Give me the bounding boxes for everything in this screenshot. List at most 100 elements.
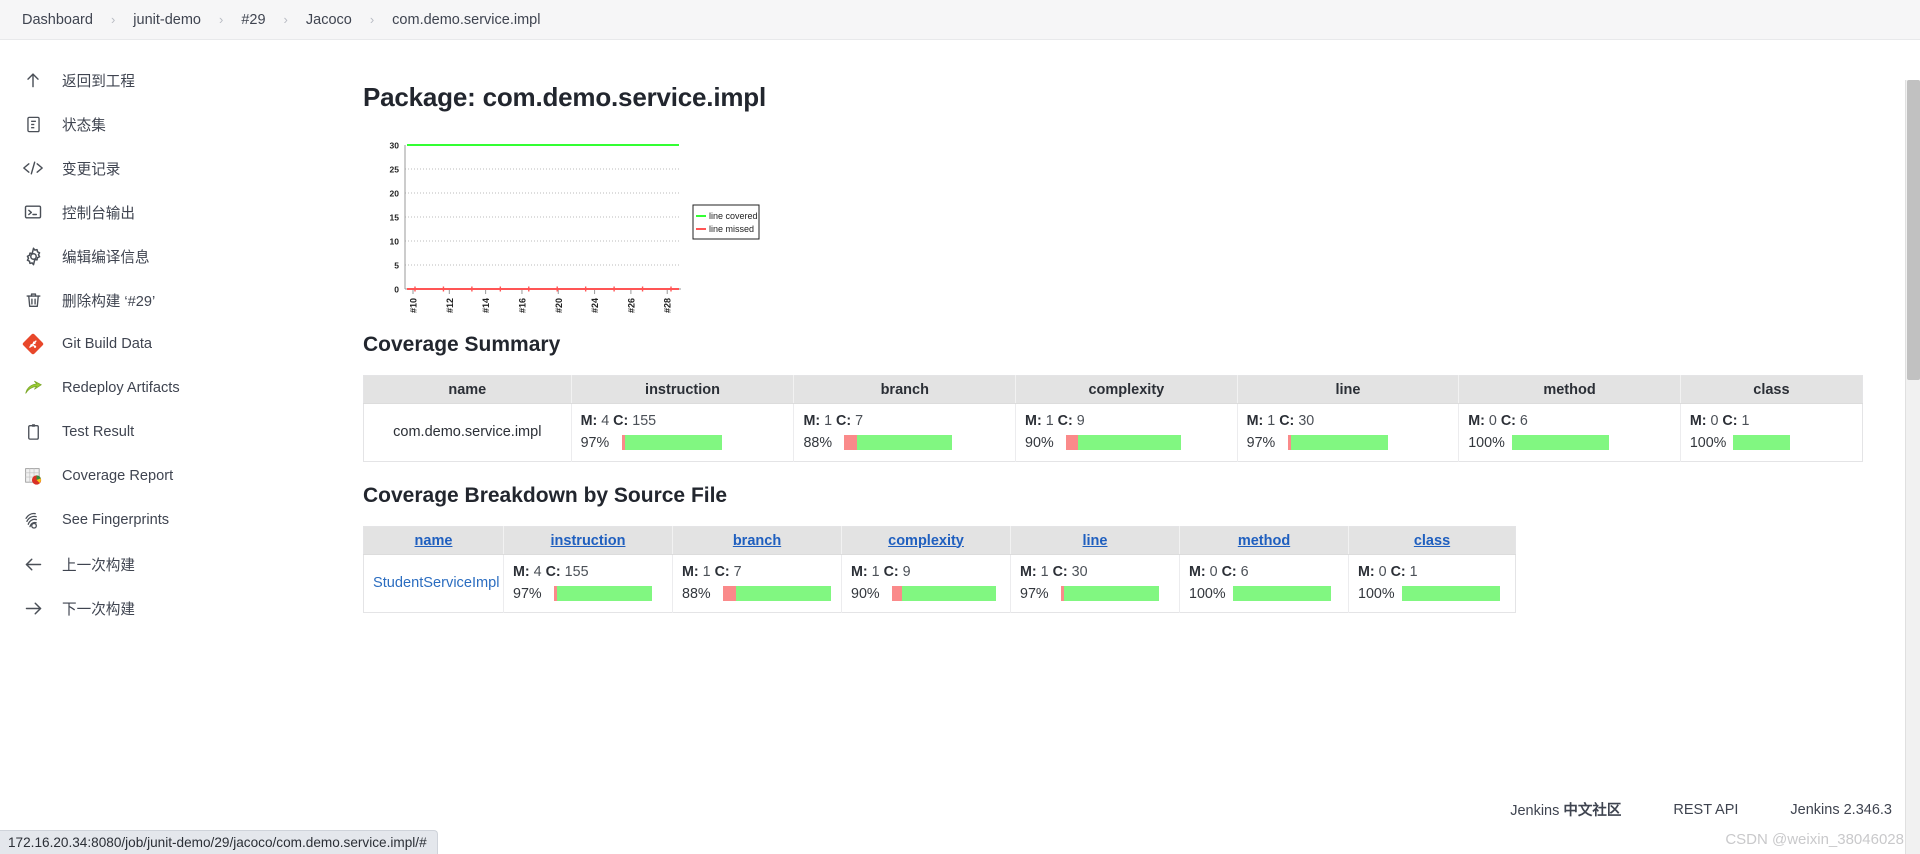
x-axis-tick-label: #16 (517, 298, 527, 313)
chevron-right-icon: › (369, 12, 375, 27)
coverage-bar-missed (723, 586, 736, 601)
coverage-breakdown-heading: Coverage Breakdown by Source File (363, 484, 728, 507)
column-header-link[interactable]: instruction (551, 533, 626, 549)
sidebar-item-label: See Fingerprints (62, 512, 170, 528)
column-header-link[interactable]: complexity (888, 533, 964, 549)
breadcrumb: Dashboard › junit-demo › #29 › Jacoco › … (0, 0, 1920, 40)
gear-icon (22, 245, 44, 267)
sidebar-item-redeploy-artifacts[interactable]: Redeploy Artifacts (0, 366, 345, 410)
metric-cell-instruction: M: 4 C: 155 97% (503, 554, 673, 613)
coverage-bar (1733, 435, 1791, 450)
fingerprint-icon (22, 509, 44, 531)
column-header-name[interactable]: name (363, 526, 504, 555)
sidebar-item-label: 删除构建 ‘#29’ (62, 293, 156, 310)
legend-label: line covered (709, 211, 758, 221)
footer-community-bold: 中文社区 (1563, 803, 1622, 819)
column-header-link[interactable]: class (1414, 533, 1450, 549)
coverage-percent-label: 97% (1246, 434, 1276, 451)
coverage-percent-label: 97% (1020, 585, 1049, 602)
coverage-bar (621, 435, 722, 450)
column-header-complexity[interactable]: complexity (841, 526, 1011, 555)
status-bar-url: 172.16.20.34:8080/job/junit-demo/29/jaco… (0, 830, 438, 854)
missed-covered-counts: M: 1 C: 7 (682, 563, 742, 580)
metric-cell-complexity: M: 1 C: 9 90% (841, 554, 1011, 613)
missed-covered-counts: M: 0 C: 1 (1358, 563, 1418, 580)
coverage-bar (892, 586, 996, 601)
y-axis-tick-label: 10 (390, 237, 400, 247)
missed-covered-counts: M: 1 C: 30 (1020, 563, 1088, 580)
breadcrumb-item-build-29[interactable]: #29 (235, 12, 271, 28)
sidebar-item-edit-build-information[interactable]: 编辑编译信息 (0, 234, 345, 278)
document-icon (22, 113, 44, 135)
x-axis-tick-label: #10 (409, 298, 419, 313)
column-header-method[interactable]: method (1179, 526, 1349, 555)
sidebar-item-see-fingerprints[interactable]: See Fingerprints (0, 498, 345, 542)
missed-covered-counts: M: 0 C: 1 (1689, 412, 1750, 429)
missed-covered-counts: M: 0 C: 6 (1189, 563, 1249, 580)
missed-covered-counts: M: 4 C: 155 (580, 412, 657, 429)
coverage-percent-label: 100% (1358, 585, 1395, 602)
coverage-bar-covered (1511, 435, 1609, 450)
column-header-link[interactable]: line (1083, 533, 1108, 549)
coverage-trend-chart[interactable]: 0 5 10 15 20 25 30 #10 #12 #14 #16 #20 #24 #26 #28 line… (363, 137, 763, 327)
x-axis-tick-label: #24 (590, 298, 600, 313)
missed-covered-counts: M: 1 C: 30 (1246, 412, 1315, 429)
page-title: Package: com.demo.service.impl (363, 82, 766, 112)
y-axis-tick-label: 20 (390, 189, 400, 199)
footer-version: Jenkins 2.346.3 (1790, 801, 1892, 818)
column-header-complexity: complexity (1015, 375, 1238, 404)
sidebar-item-previous-build[interactable]: 上一次构建 (0, 542, 345, 586)
column-header-class[interactable]: class (1348, 526, 1516, 555)
sidebar-item-label: Redeploy Artifacts (62, 380, 180, 396)
sidebar-item-coverage-report[interactable]: Coverage Report (0, 454, 345, 498)
coverage-bar-covered (556, 586, 652, 601)
scrollbar-thumb[interactable] (1907, 80, 1920, 380)
source-file-link[interactable]: StudentServiceImpl (373, 575, 500, 591)
footer-rest-api-link[interactable]: REST API (1673, 802, 1738, 818)
column-header-link[interactable]: branch (733, 533, 781, 549)
coverage-bar-row: 100% (1690, 435, 1853, 451)
breadcrumb-item-junit-demo[interactable]: junit-demo (127, 12, 207, 28)
sidebar-item-back-to-project[interactable]: 返回到工程 (0, 58, 345, 102)
footer-community-link[interactable]: Jenkins 中文社区 (1510, 799, 1621, 820)
column-header-branch[interactable]: branch (672, 526, 842, 555)
coverage-percent-label: 100% (1468, 434, 1505, 451)
sidebar-item-next-build[interactable]: 下一次构建 (0, 586, 345, 630)
row-name-cell[interactable]: StudentServiceImpl (363, 554, 504, 613)
page-scrollbar[interactable]: ▲ ▼ (1905, 80, 1920, 854)
trash-icon (22, 289, 44, 311)
sidebar-item-status-set[interactable]: 状态集 (0, 102, 345, 146)
sidebar-item-console-output[interactable]: 控制台输出 (0, 190, 345, 234)
coverage-bar-covered (1733, 435, 1791, 450)
coverage-percent-label: 97% (580, 434, 610, 451)
main-content: Package: com.demo.service.impl 0 5 10 15 20 2… (345, 40, 1920, 854)
coverage-bar (723, 586, 831, 601)
column-header-class: class (1680, 375, 1863, 404)
sidebar-item-git-build-data[interactable]: Git Build Data (0, 322, 345, 366)
chevron-right-icon: › (283, 12, 288, 27)
sidebar-item-delete-build[interactable]: 删除构建 ‘#29’ (0, 278, 345, 322)
column-header-link[interactable]: method (1238, 533, 1290, 549)
x-axis-tick-label: #28 (663, 298, 673, 313)
breadcrumb-item-jacoco[interactable]: Jacoco (300, 12, 358, 28)
coverage-bar-row: 100% (1189, 586, 1339, 602)
missed-covered-counts: M: 4 C: 155 (513, 563, 589, 580)
column-header-instruction: instruction (571, 375, 795, 404)
coverage-bar-covered (902, 586, 996, 601)
breadcrumb-item-package[interactable]: com.demo.service.impl (386, 12, 546, 28)
sidebar-item-changes[interactable]: 变更记录 (0, 146, 345, 190)
column-header-link[interactable]: name (415, 533, 453, 549)
metric-cell-branch: M: 1 C: 7 88% (793, 403, 1017, 462)
sidebar-item-test-result[interactable]: Test Result (0, 410, 345, 454)
coverage-bar (844, 435, 953, 450)
breadcrumb-item-dashboard[interactable]: Dashboard (16, 12, 99, 28)
coverage-bar-missed (844, 435, 858, 450)
footer-community-prefix: Jenkins (1510, 803, 1564, 819)
column-header-line[interactable]: line (1010, 526, 1180, 555)
sidebar-item-label: 返回到工程 (62, 73, 135, 90)
coverage-bar-row: 88% (682, 586, 832, 602)
coverage-percent-label: 100% (1189, 585, 1226, 602)
column-header-instruction[interactable]: instruction (503, 526, 673, 555)
x-axis-tick-label: #12 (445, 298, 455, 313)
coverage-percent-label: 88% (682, 585, 711, 602)
